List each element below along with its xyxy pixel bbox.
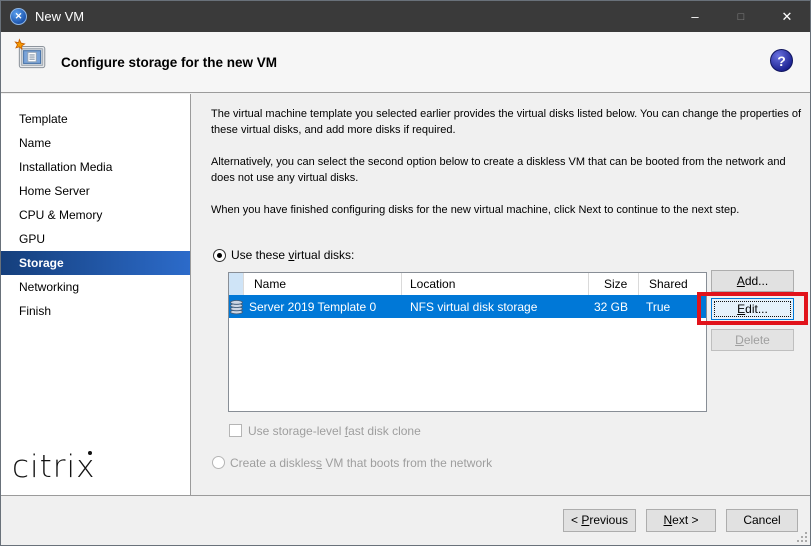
window-controls: – □ ✕ [672, 1, 810, 32]
intro-paragraph-2: Alternatively, you can select the second… [211, 154, 803, 186]
shared-column-header[interactable]: Shared [639, 273, 706, 295]
location-column-header[interactable]: Location [402, 273, 589, 295]
sidebar-item-template[interactable]: Template [1, 107, 190, 131]
sidebar-item-name[interactable]: Name [1, 131, 190, 155]
delete-button: Delete [711, 329, 794, 351]
use-virtual-disks-radio[interactable] [213, 249, 226, 262]
diskless-vm-radio [212, 456, 225, 469]
sidebar-item-home-server[interactable]: Home Server [1, 179, 190, 203]
disk-shared-cell: True [639, 295, 706, 318]
sidebar-item-installation-media[interactable]: Installation Media [1, 155, 190, 179]
titlebar: ✕ New VM – □ ✕ [1, 1, 810, 32]
disk-name-cell: Server 2019 Template 0 [244, 295, 402, 318]
sidebar-item-finish[interactable]: Finish [1, 299, 190, 323]
fast-clone-label: Use storage-level fast disk clone [248, 424, 421, 438]
sidebar-item-gpu[interactable]: GPU [1, 227, 190, 251]
sidebar-item-networking[interactable]: Networking [1, 275, 190, 299]
next-button[interactable]: Next > [646, 509, 716, 532]
wizard-steps-sidebar: Template Name Installation Media Home Se… [1, 94, 191, 497]
add-button[interactable]: Add... [711, 270, 794, 292]
close-button[interactable]: ✕ [764, 1, 810, 32]
storage-step-content: The virtual machine template you selecte… [192, 94, 811, 497]
wizard-header: Configure storage for the new VM ? [1, 32, 810, 93]
table-row[interactable]: Server 2019 Template 0 NFS virtual disk … [229, 295, 706, 318]
disk-location-cell: NFS virtual disk storage [402, 295, 589, 318]
use-virtual-disks-label: Use these virtual disks: [231, 248, 354, 262]
intro-paragraph-3: When you have finished configuring disks… [211, 202, 803, 218]
size-column-header[interactable]: Size [589, 273, 639, 295]
sidebar-item-cpu-memory[interactable]: CPU & Memory [1, 203, 190, 227]
new-vm-wizard-window: ✕ New VM – □ ✕ Configure storage for the… [0, 0, 811, 546]
window-title: New VM [35, 9, 672, 24]
disk-size-cell: 32 GB [589, 295, 639, 318]
intro-paragraph-1: The virtual machine template you selecte… [211, 106, 803, 138]
previous-button[interactable]: < Previous [563, 509, 636, 532]
page-title: Configure storage for the new VM [61, 55, 277, 70]
virtual-disks-table: Name Location Size Shared Se [228, 272, 707, 412]
minimize-button[interactable]: – [672, 1, 718, 32]
resize-grip[interactable] [795, 530, 807, 542]
table-header-row: Name Location Size Shared [229, 273, 706, 295]
sidebar-item-storage[interactable]: Storage [1, 251, 190, 275]
xencenter-app-icon[interactable]: ✕ [10, 8, 27, 25]
diskless-vm-label: Create a diskless VM that boots from the… [230, 456, 492, 470]
name-column-header[interactable]: Name [244, 273, 402, 295]
maximize-button: □ [718, 1, 764, 32]
citrix-logo: citrix [12, 449, 96, 485]
icon-column-header[interactable] [229, 273, 244, 295]
wizard-footer: < Previous Next > Cancel [1, 495, 810, 545]
edit-button[interactable]: Edit... [711, 298, 794, 320]
disk-stack-icon [229, 295, 244, 318]
xencenter-x-glyph: ✕ [15, 12, 23, 21]
new-vm-wizard-icon [13, 38, 49, 79]
cancel-button[interactable]: Cancel [726, 509, 798, 532]
fast-clone-checkbox [229, 424, 242, 437]
help-icon[interactable]: ? [770, 49, 793, 72]
